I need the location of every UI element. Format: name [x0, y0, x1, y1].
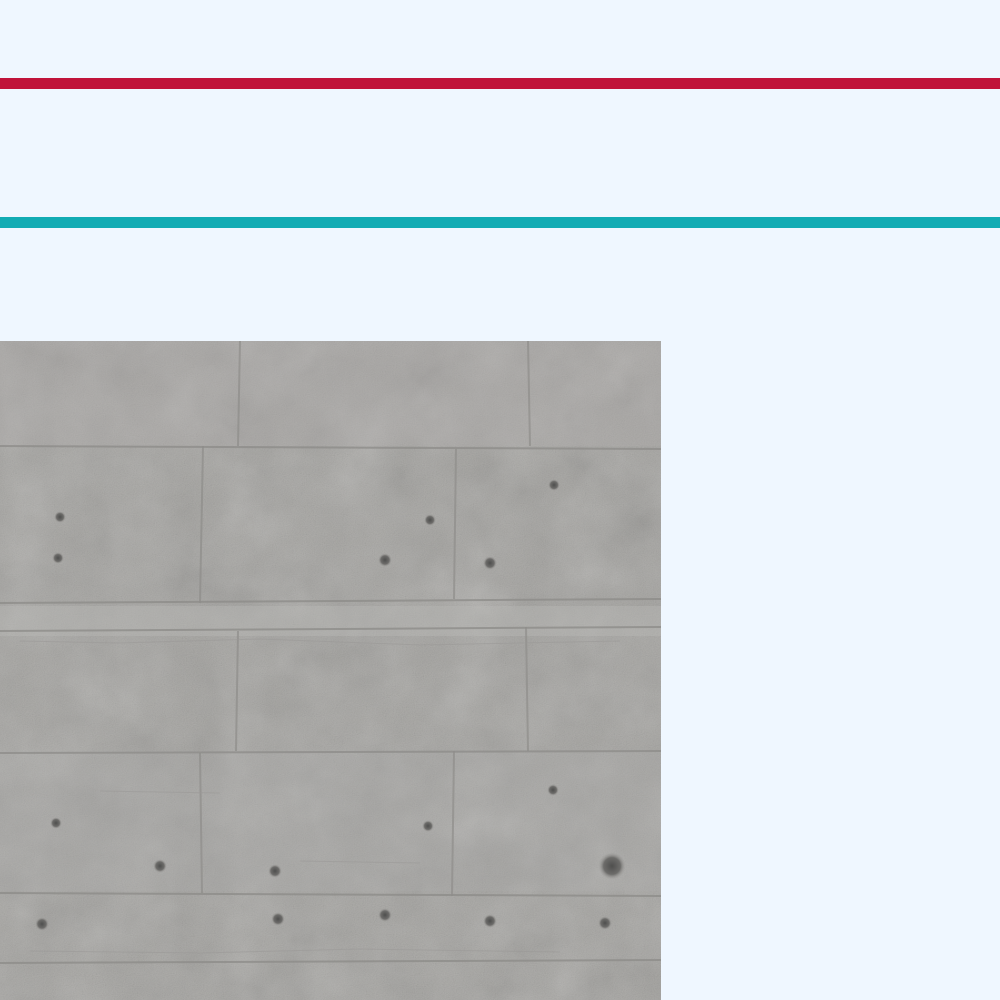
teal-divider-stripe: [0, 217, 1000, 228]
concrete-texture-graphic: [0, 341, 661, 1000]
concrete-wall-image: [0, 341, 661, 1000]
red-divider-stripe: [0, 78, 1000, 89]
